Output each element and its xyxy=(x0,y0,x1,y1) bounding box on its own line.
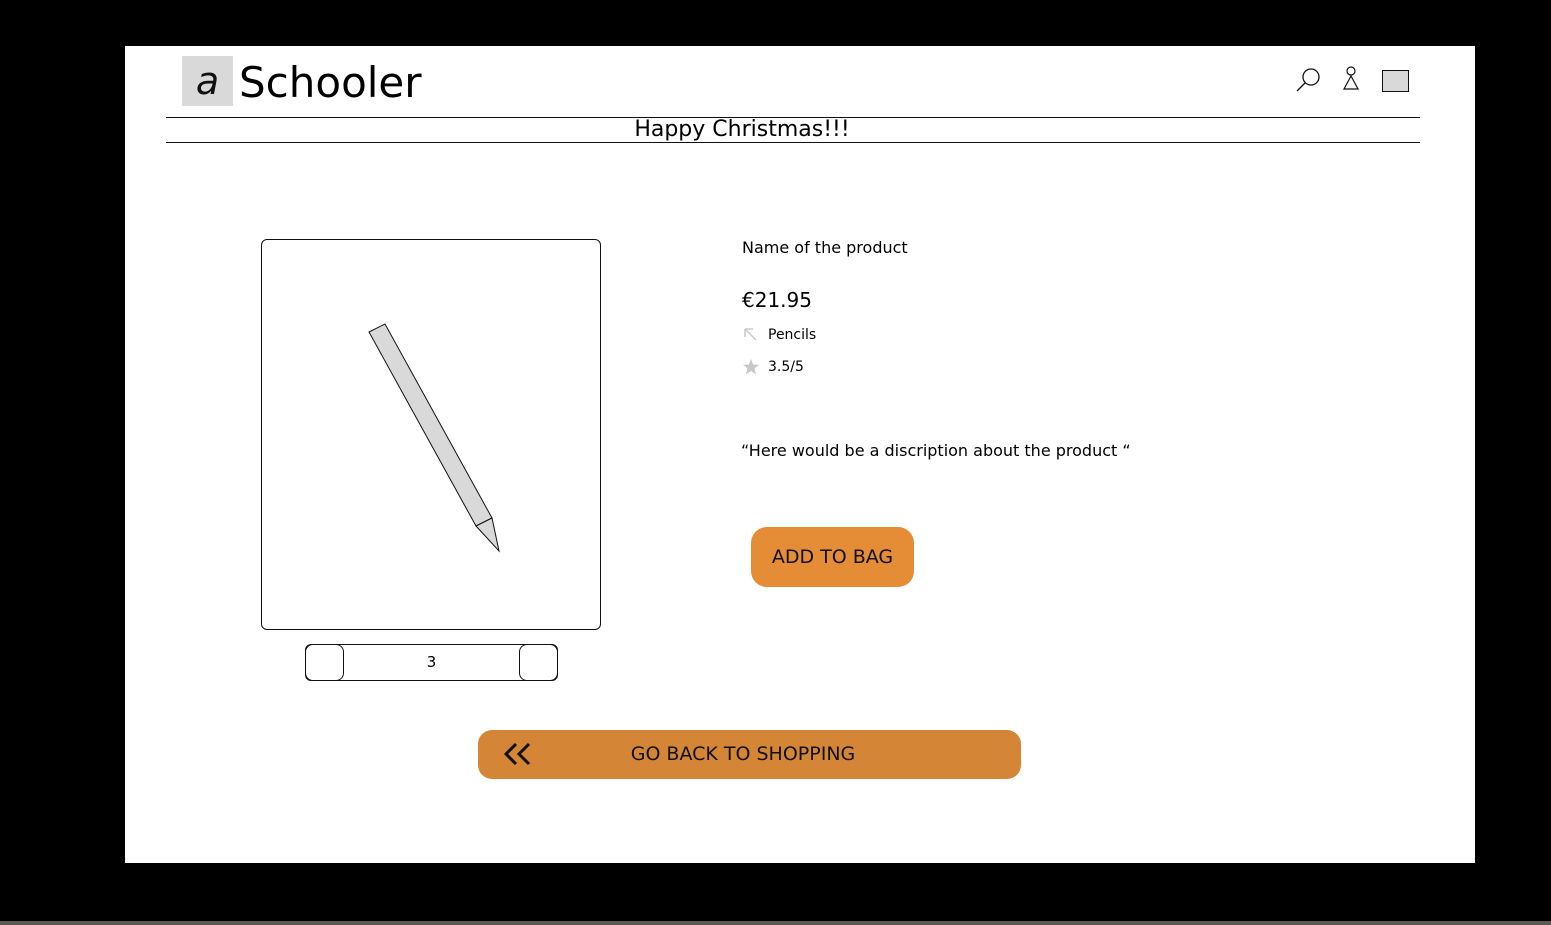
bag-icon[interactable] xyxy=(1382,70,1409,92)
back-to-shopping-button[interactable]: GO BACK TO SHOPPING xyxy=(478,730,1021,779)
product-rating: 3.5/5 xyxy=(742,358,804,376)
banner-divider-bottom xyxy=(166,142,1420,143)
page: a Schooler Happy Christmas!!! 3 Name of … xyxy=(125,46,1475,863)
add-to-bag-button[interactable]: ADD TO BAG xyxy=(751,527,914,587)
product-category[interactable]: Pencils xyxy=(742,326,816,344)
search-icon[interactable] xyxy=(1295,66,1323,94)
logo[interactable]: a xyxy=(182,56,233,106)
pencil-icon xyxy=(368,323,500,553)
promo-banner: Happy Christmas!!! xyxy=(634,117,850,142)
arrow-up-left-icon xyxy=(742,326,760,344)
category-label: Pencils xyxy=(768,327,817,343)
brand-name[interactable]: Schooler xyxy=(239,58,422,108)
product-price: €21.95 xyxy=(742,288,812,312)
bottom-strip xyxy=(0,921,1551,925)
logo-letter: a xyxy=(195,59,220,103)
product-description: “Here would be a discription about the p… xyxy=(741,441,1131,460)
quantity-value[interactable]: 3 xyxy=(343,645,520,680)
rating-value: 3.5/5 xyxy=(768,359,804,375)
back-to-shopping-label: GO BACK TO SHOPPING xyxy=(630,743,856,765)
product-name: Name of the product xyxy=(742,238,908,257)
decrease-quantity-button[interactable] xyxy=(305,644,344,681)
product-image xyxy=(261,239,601,630)
increase-quantity-button[interactable] xyxy=(519,644,558,681)
quantity-stepper: 3 xyxy=(305,644,558,681)
star-icon xyxy=(742,358,760,376)
user-icon[interactable] xyxy=(1342,66,1360,92)
